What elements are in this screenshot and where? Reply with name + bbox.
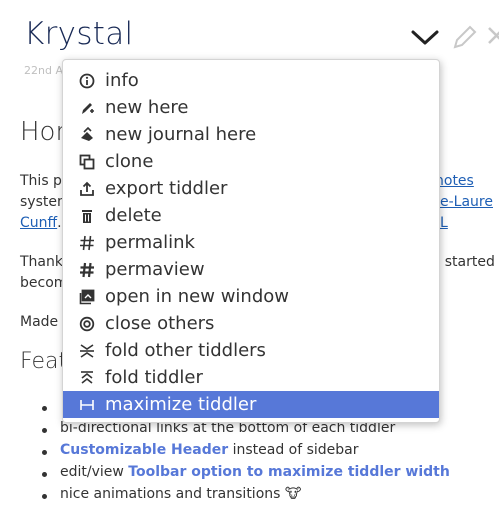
list-item: nice animations and transitions 🐮 [60, 486, 301, 502]
tiddler-title[interactable]: Krystal [24, 16, 133, 52]
export-icon [78, 180, 96, 198]
bullet [42, 406, 47, 411]
pencil-icon [453, 25, 477, 49]
para1-tail: . [57, 215, 62, 231]
menu-item-label: open in new window [105, 286, 289, 307]
menu-item-maximize-tiddler[interactable]: maximize tiddler [63, 391, 439, 418]
tiddler-subtitle: 22nd A [24, 64, 63, 77]
menu-item-label: fold other tiddlers [105, 340, 266, 361]
para1-line3: Cunff. [20, 213, 62, 234]
bullet [42, 494, 47, 499]
author-link-2[interactable]: Cunff [20, 215, 57, 231]
menu-item-label: new journal here [105, 124, 257, 145]
close-icon [488, 27, 499, 44]
menu-item-label: delete [105, 205, 162, 226]
new-journal-icon [78, 126, 96, 144]
customizable-header-link[interactable]: Customizable Header [60, 442, 228, 458]
para2-end: y started [432, 254, 495, 270]
menu-item-label: info [105, 70, 139, 91]
menu-item-info[interactable]: info [63, 67, 439, 94]
info-icon [78, 72, 96, 90]
trash-icon [78, 207, 96, 225]
menu-item-clone[interactable]: clone [63, 148, 439, 175]
menu-item-fold-tiddler[interactable]: fold tiddler [63, 364, 439, 391]
menu-item-permalink[interactable]: permalink [63, 229, 439, 256]
bullet [42, 428, 47, 433]
menu-item-label: permaview [105, 259, 205, 280]
menu-item-permaview[interactable]: permaview [63, 256, 439, 283]
maximize-icon [78, 396, 96, 414]
list-item: Customizable Header instead of sidebar [60, 442, 359, 458]
more-actions-menu: info new here new journal here clone exp… [62, 59, 440, 423]
cow-emoji: 🐮 [284, 486, 302, 502]
close-others-icon [78, 315, 96, 333]
bullet [42, 472, 47, 477]
para2-line2: becom [20, 275, 68, 291]
list-item-text: instead of sidebar [228, 442, 359, 458]
toolbar-option-link[interactable]: Toolbar option to maximize tiddler width [128, 464, 450, 480]
menu-item-label: maximize tiddler [105, 394, 257, 415]
menu-item-label: clone [105, 151, 154, 172]
menu-item-open-in-new-window[interactable]: open in new window [63, 283, 439, 310]
fold-others-icon [78, 342, 96, 360]
permaview-icon [78, 261, 96, 279]
clone-icon [78, 153, 96, 171]
list-item: edit/view Toolbar option to maximize tid… [60, 464, 450, 480]
fold-icon [78, 369, 96, 387]
permalink-icon [78, 234, 96, 252]
close-button[interactable] [484, 22, 499, 52]
para3: Made [20, 314, 59, 330]
menu-item-label: permalink [105, 232, 195, 253]
menu-item-label: fold tiddler [105, 367, 203, 388]
edit-button[interactable] [450, 22, 480, 52]
list-item-text: nice animations and transitions [60, 486, 285, 502]
para1-text: This pl [20, 173, 66, 189]
menu-item-new-journal-here[interactable]: new journal here [63, 121, 439, 148]
menu-item-label: close others [105, 313, 215, 334]
para1-line1: This pl [20, 171, 66, 192]
menu-item-delete[interactable]: delete [63, 202, 439, 229]
bullet [42, 450, 47, 455]
menu-item-new-here[interactable]: new here [63, 94, 439, 121]
chevron-down-icon [411, 30, 439, 45]
notes-link[interactable]: notes [435, 171, 474, 192]
menu-item-export-tiddler[interactable]: export tiddler [63, 175, 439, 202]
menu-item-label: new here [105, 97, 189, 118]
menu-item-fold-other-tiddlers[interactable]: fold other tiddlers [63, 337, 439, 364]
more-actions-button[interactable] [410, 22, 440, 52]
menu-item-label: export tiddler [105, 178, 228, 199]
new-here-icon [78, 99, 96, 117]
open-window-icon [78, 288, 96, 306]
list-item-text: edit/view [60, 464, 129, 480]
menu-item-close-others[interactable]: close others [63, 310, 439, 337]
author-link[interactable]: e-Laure L [440, 192, 499, 234]
